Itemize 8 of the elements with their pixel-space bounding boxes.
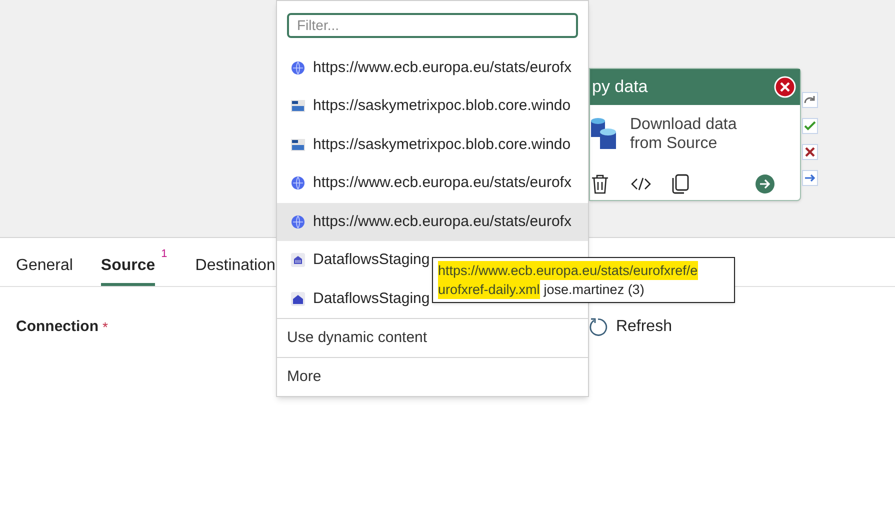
tooltip-owner: jose.martinez (3) <box>544 281 644 299</box>
activity-title: py data <box>592 76 648 98</box>
connection-label: Connection <box>16 316 98 337</box>
activity-description: Download data from Source <box>630 115 738 153</box>
required-marker: * <box>102 318 108 336</box>
tooltip-url: https://www.ecb.europa.eu/stats/eurofxref/e <box>438 261 698 280</box>
tooltip-url: urofxref-daily.xml <box>438 280 540 299</box>
tab-count-label: 1 <box>161 246 168 262</box>
